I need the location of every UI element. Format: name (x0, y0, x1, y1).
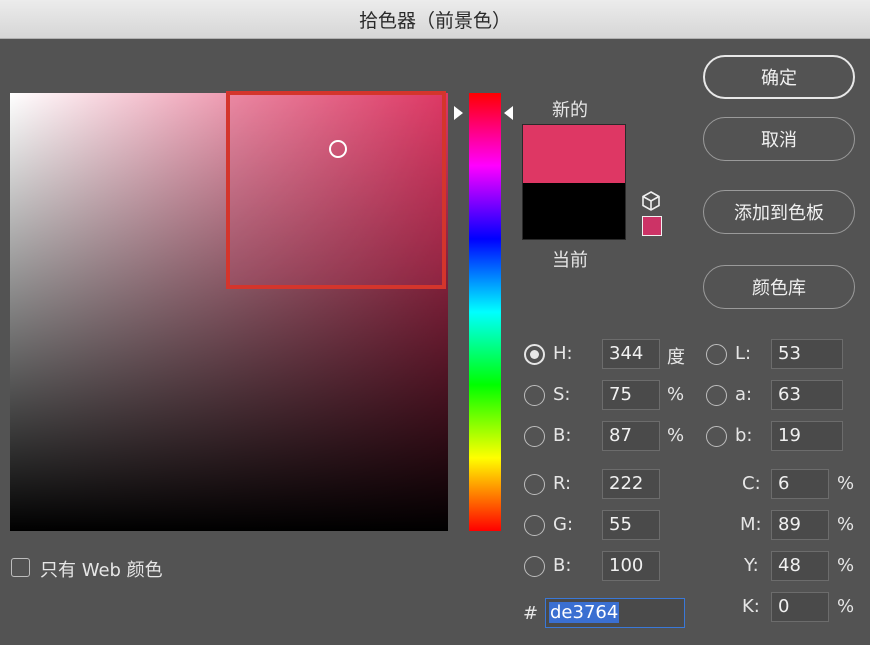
hex-value: de3764 (549, 602, 620, 623)
unit-s: % (667, 384, 685, 405)
unit-m: % (837, 514, 855, 535)
new-color-label: 新的 (552, 100, 588, 121)
label-h: H: (553, 343, 573, 364)
label-m: M: (740, 514, 762, 535)
add-to-swatches-button[interactable]: 添加到色板 (703, 190, 855, 234)
websafe-color-swatch[interactable] (642, 216, 662, 236)
highlight-box (226, 91, 446, 289)
label-g: G: (553, 514, 574, 535)
unit-y: % (837, 555, 855, 576)
hue-slider[interactable] (469, 93, 501, 531)
radio-g[interactable] (524, 515, 545, 536)
input-b-hsb[interactable]: 87 (602, 421, 660, 451)
web-only-label[interactable]: 只有 Web 颜色 (40, 556, 163, 582)
web-only-checkbox[interactable] (11, 558, 30, 577)
color-preview (522, 124, 626, 240)
cancel-button[interactable]: 取消 (703, 117, 855, 161)
radio-a[interactable] (706, 385, 727, 406)
radio-s[interactable] (524, 385, 545, 406)
hue-slider-left-arrow[interactable] (454, 106, 463, 120)
input-r[interactable]: 222 (602, 469, 660, 499)
radio-b-lab[interactable] (706, 426, 727, 447)
label-b-lab: b: (735, 425, 753, 446)
radio-b-rgb[interactable] (524, 556, 545, 577)
input-l[interactable]: 53 (771, 339, 843, 369)
label-r: R: (553, 473, 572, 494)
input-s[interactable]: 75 (602, 380, 660, 410)
ok-button[interactable]: 确定 (703, 55, 855, 99)
unit-h: 度 (667, 347, 685, 368)
input-k[interactable]: 0 (771, 592, 829, 622)
color-libraries-button[interactable]: 颜色库 (703, 265, 855, 309)
radio-l[interactable] (706, 344, 727, 365)
input-b-lab[interactable]: 19 (771, 421, 843, 451)
input-c[interactable]: 6 (771, 469, 829, 499)
radio-r[interactable] (524, 474, 545, 495)
new-color-swatch (523, 125, 625, 183)
current-color-swatch[interactable] (523, 183, 625, 239)
color-picker-circle[interactable] (329, 140, 347, 158)
input-a[interactable]: 63 (771, 380, 843, 410)
radio-h[interactable] (524, 344, 545, 365)
input-g[interactable]: 55 (602, 510, 660, 540)
unit-c: % (837, 473, 855, 494)
cube-icon[interactable] (640, 190, 662, 212)
label-y: Y: (744, 555, 759, 576)
label-b-hsb: B: (553, 425, 572, 446)
unit-k: % (837, 596, 855, 617)
input-y[interactable]: 48 (771, 551, 829, 581)
input-m[interactable]: 89 (771, 510, 829, 540)
label-a: a: (735, 384, 753, 405)
label-b-rgb: B: (553, 555, 572, 576)
title-bar: 拾色器（前景色） (0, 0, 870, 39)
current-color-label: 当前 (552, 250, 588, 271)
radio-b-hsb[interactable] (524, 426, 545, 447)
input-b-rgb[interactable]: 100 (602, 551, 660, 581)
window-title: 拾色器（前景色） (358, 9, 511, 32)
unit-b-hsb: % (667, 425, 685, 446)
label-c: C: (742, 473, 761, 494)
label-k: K: (742, 596, 760, 617)
hex-label: # (523, 603, 539, 624)
hex-input[interactable]: de3764 (545, 598, 685, 628)
hue-slider-right-arrow[interactable] (504, 106, 513, 120)
label-s: S: (553, 384, 571, 405)
input-h[interactable]: 344 (602, 339, 660, 369)
label-l: L: (735, 343, 752, 364)
